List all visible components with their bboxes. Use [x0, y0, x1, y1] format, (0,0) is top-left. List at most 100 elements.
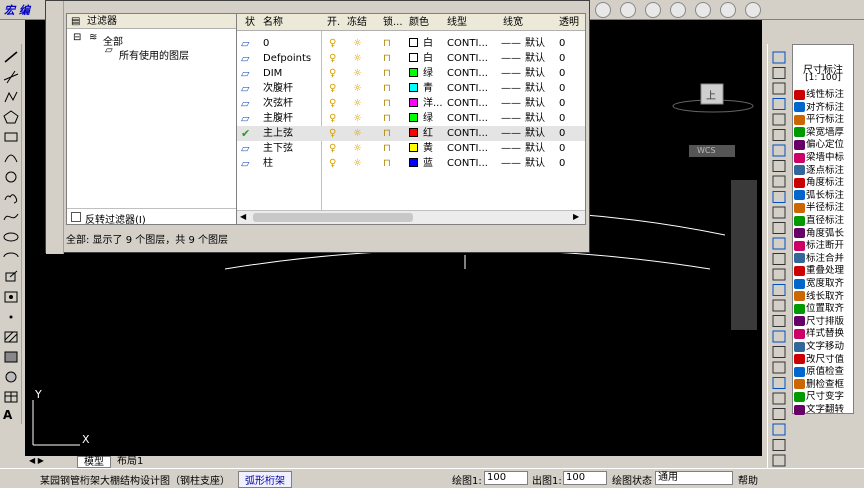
transparency[interactable]: 0	[559, 156, 565, 171]
col-name[interactable]: 名称	[263, 14, 283, 31]
transparency[interactable]: 0	[559, 126, 565, 141]
color-swatch[interactable]	[409, 66, 418, 81]
modify-tool-icon[interactable]	[772, 175, 786, 188]
lineweight[interactable]: 默认	[525, 141, 545, 156]
layer-status-icon[interactable]: ▱	[241, 96, 249, 111]
bulb-icon[interactable]: ♀	[329, 36, 336, 51]
dim-tool-item[interactable]: 标注合并	[794, 253, 854, 265]
sun-icon[interactable]: ☼	[353, 126, 362, 141]
transparency[interactable]: 0	[559, 36, 565, 51]
dim-tool-item[interactable]: 文字移动	[794, 341, 854, 353]
hatch-icon[interactable]	[3, 330, 19, 344]
layer-row[interactable]: ▱ Defpoints ♀ ☼ ⊓ 白 CONTI... —— 默认 0	[237, 51, 585, 66]
unlock-icon[interactable]: ⊓	[383, 81, 391, 96]
modify-tool-icon[interactable]	[772, 144, 786, 157]
layer-status-icon[interactable]: ▱	[241, 81, 249, 96]
layer-row[interactable]: ▱ 柱 ♀ ☼ ⊓ 蓝 CONTI... —— 默认 0	[237, 156, 585, 171]
layer-name[interactable]: 0	[263, 36, 269, 51]
bulb-icon[interactable]: ♀	[329, 126, 336, 141]
dim-tool-item[interactable]: 直径标注	[794, 215, 854, 227]
modify-tool-icon[interactable]	[772, 330, 786, 343]
tree-node-used[interactable]: 所有使用的图层	[119, 47, 189, 62]
modify-tool-icon[interactable]	[772, 98, 786, 110]
col-color[interactable]: 颜色	[409, 14, 429, 31]
layer-row[interactable]: ▱ 主下弦 ♀ ☼ ⊓ 黄 CONTI... —— 默认 0	[237, 141, 585, 156]
dim-tool-item[interactable]: 宽度取齐	[794, 278, 854, 290]
color-swatch[interactable]	[409, 141, 418, 156]
invert-filter-checkbox[interactable]	[71, 212, 81, 222]
dim-tool-item[interactable]: 逐点标注	[794, 165, 854, 177]
current-layer-icon[interactable]: ✔	[241, 126, 250, 141]
modify-tool-icon[interactable]	[772, 408, 786, 420]
toolbar-icon[interactable]	[645, 2, 661, 18]
bulb-icon[interactable]: ♀	[329, 141, 336, 156]
bulb-icon[interactable]: ♀	[329, 66, 336, 81]
modify-tool-icon[interactable]	[772, 253, 786, 265]
lineweight[interactable]: 默认	[525, 156, 545, 171]
dim-tool-item[interactable]: 角度弧长	[794, 228, 854, 240]
sun-icon[interactable]: ☼	[353, 36, 362, 51]
color-swatch[interactable]	[409, 51, 418, 66]
draw-state-select[interactable]: 通用	[655, 471, 733, 485]
arc-icon[interactable]	[3, 150, 19, 164]
scroll-left-icon[interactable]: ◀	[240, 212, 246, 221]
draw-scale-select[interactable]: 100	[484, 471, 528, 485]
dim-tool-item[interactable]: 弧长标注	[794, 190, 854, 202]
dim-tool-item[interactable]: 标注断开	[794, 240, 854, 252]
modify-tool-icon[interactable]	[772, 129, 786, 141]
linetype[interactable]: CONTI...	[447, 156, 488, 171]
col-on[interactable]: 开.	[327, 14, 340, 31]
bulb-icon[interactable]: ♀	[329, 111, 336, 126]
modify-tool-icon[interactable]	[772, 392, 786, 405]
lineweight[interactable]: 默认	[525, 111, 545, 126]
sun-icon[interactable]: ☼	[353, 141, 362, 156]
lineweight[interactable]: 默认	[525, 36, 545, 51]
modify-tool-icon[interactable]	[772, 206, 786, 219]
dim-tool-item[interactable]: 重叠处理	[794, 265, 854, 277]
modify-tool-icon[interactable]	[772, 67, 786, 79]
sun-icon[interactable]: ☼	[353, 81, 362, 96]
bulb-icon[interactable]: ♀	[329, 96, 336, 111]
modify-tool-icon[interactable]	[772, 299, 786, 312]
unlock-icon[interactable]: ⊓	[383, 51, 391, 66]
region-icon[interactable]	[3, 370, 19, 384]
rectangle-icon[interactable]	[3, 130, 19, 144]
bulb-icon[interactable]: ♀	[329, 81, 336, 96]
linetype[interactable]: CONTI...	[447, 81, 488, 96]
dim-tool-item[interactable]: 删检查框	[794, 379, 854, 391]
unlock-icon[interactable]: ⊓	[383, 96, 391, 111]
transparency[interactable]: 0	[559, 141, 565, 156]
layer-row[interactable]: ▱ 主腹杆 ♀ ☼ ⊓ 绿 CONTI... —— 默认 0	[237, 111, 585, 126]
dim-tool-item[interactable]: 梁墙中标	[794, 152, 854, 164]
unlock-icon[interactable]: ⊓	[383, 156, 391, 171]
linetype[interactable]: CONTI...	[447, 66, 488, 81]
line-tool-icon[interactable]	[3, 50, 19, 64]
scroll-thumb[interactable]	[253, 213, 413, 222]
modify-tool-icon[interactable]	[772, 361, 786, 374]
layer-name[interactable]: 次腹杆	[263, 81, 293, 96]
out-scale-select[interactable]: 100	[563, 471, 607, 485]
toolbar-icon[interactable]	[720, 2, 736, 18]
linetype[interactable]: CONTI...	[447, 51, 488, 66]
toolbar-icon[interactable]	[595, 2, 611, 18]
ellipse-arc-icon[interactable]	[3, 250, 19, 264]
dim-tool-item[interactable]: 文字翻转	[794, 404, 854, 416]
modify-tool-icon[interactable]	[772, 268, 786, 281]
dim-tool-item[interactable]: 对齐标注	[794, 102, 854, 114]
color-swatch[interactable]	[409, 96, 418, 111]
dim-tool-item[interactable]: 改尺寸值	[794, 354, 854, 366]
modify-tool-icon[interactable]	[772, 377, 786, 389]
bulb-icon[interactable]: ♀	[329, 156, 336, 171]
bulb-icon[interactable]: ♀	[329, 51, 336, 66]
modify-tool-icon[interactable]	[772, 284, 786, 296]
toolbar-icon[interactable]	[695, 2, 711, 18]
transparency[interactable]: 0	[559, 81, 565, 96]
circle-icon[interactable]	[3, 170, 19, 184]
dim-tool-item[interactable]: 样式替换	[794, 328, 854, 340]
col-status[interactable]: 状	[245, 14, 255, 31]
modify-tool-icon[interactable]	[772, 315, 786, 327]
linetype[interactable]: CONTI...	[447, 36, 488, 51]
layer-status-icon[interactable]: ▱	[241, 51, 249, 66]
point-icon[interactable]	[3, 310, 19, 324]
wcs-label[interactable]: WCS	[697, 146, 716, 155]
